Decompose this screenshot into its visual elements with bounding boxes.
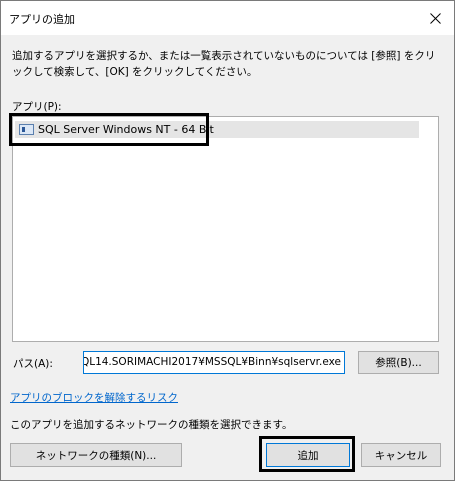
unblock-risk-link[interactable]: アプリのブロックを解除するリスク bbox=[10, 390, 178, 405]
add-button[interactable]: 追加 bbox=[266, 443, 350, 467]
path-input[interactable]: QL14.SORIMACHI2017¥MSSQL¥Binn¥sqlservr.e… bbox=[83, 351, 345, 374]
apps-list[interactable]: SQL Server Windows NT - 64 Bit bbox=[12, 116, 439, 342]
close-button[interactable] bbox=[422, 6, 448, 30]
close-icon bbox=[429, 12, 441, 24]
cancel-button[interactable]: キャンセル bbox=[361, 443, 441, 467]
path-label: パス(A): bbox=[13, 358, 53, 370]
dialog-title: アプリの追加 bbox=[9, 13, 75, 26]
add-app-dialog: アプリの追加 追加するアプリを選択するか、または一覧表示されていないものについて… bbox=[0, 0, 455, 481]
list-item[interactable]: SQL Server Windows NT - 64 Bit bbox=[15, 121, 419, 138]
apps-list-label: アプリ(P): bbox=[12, 101, 62, 113]
app-window-icon bbox=[19, 124, 34, 135]
network-type-description: このアプリを追加するネットワークの種類を選択できます。 bbox=[10, 419, 293, 431]
path-value: QL14.SORIMACHI2017¥MSSQL¥Binn¥sqlservr.e… bbox=[83, 356, 341, 368]
network-type-button[interactable]: ネットワークの種類(N)... bbox=[10, 443, 182, 467]
list-item-label: SQL Server Windows NT - 64 Bit bbox=[38, 123, 214, 136]
browse-button[interactable]: 参照(B)... bbox=[358, 351, 439, 374]
instructions-text: 追加するアプリを選択するか、または一覧表示されていないものについては [参照] … bbox=[12, 50, 436, 78]
title-bar: アプリの追加 bbox=[1, 1, 454, 35]
